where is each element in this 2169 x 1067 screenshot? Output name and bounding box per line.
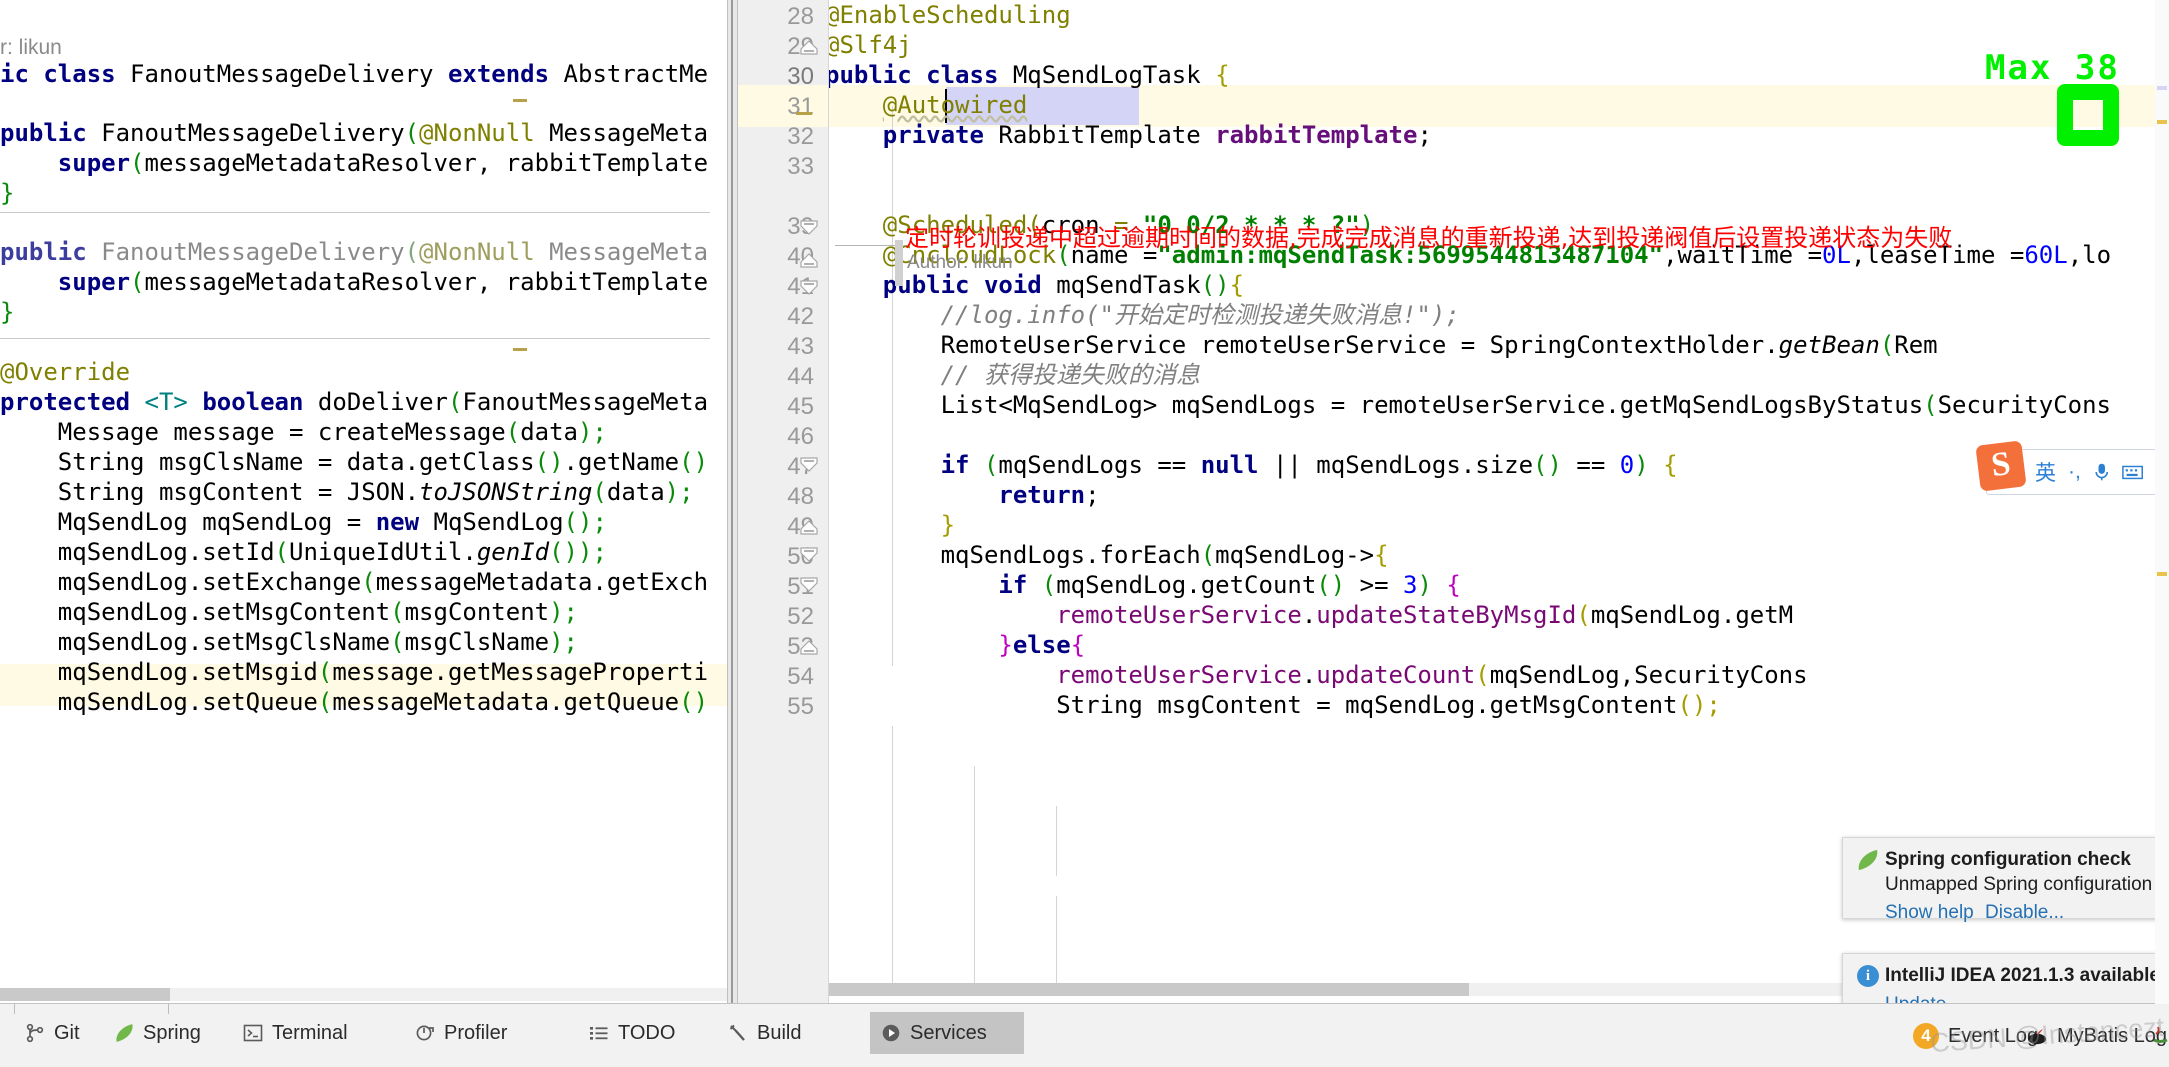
indent-guide <box>892 726 893 996</box>
mybatis-icon <box>2028 1029 2046 1045</box>
doc-comment-text: 定时轮训投递中超过逾期时间的数据,完成完成消息的重新投递,达到投递阀值后设置投递… <box>905 224 1953 252</box>
mic-icon[interactable] <box>2093 461 2110 483</box>
tool-window-label: TODO <box>618 1021 676 1044</box>
code-line-55: String msgContent = mqSendLog.getMsgCont… <box>1056 691 1721 719</box>
profiler-icon <box>416 1025 434 1041</box>
tool-window-label: Services <box>910 1021 987 1044</box>
fold-expand-icon[interactable] <box>798 455 820 477</box>
disable-link[interactable]: Disable... <box>1985 902 2064 924</box>
indent-guide <box>974 766 975 996</box>
code-line-45: List<MqSendLog> mqSendLogs = remoteUserS… <box>940 391 2111 419</box>
left-fold-dash-icon[interactable] <box>513 348 527 351</box>
show-help-link[interactable]: Show help <box>1885 902 1974 924</box>
fold-dash-icon[interactable] <box>796 112 812 115</box>
tool-window-build[interactable]: Build <box>717 1012 812 1054</box>
indent-guide <box>1056 806 1057 876</box>
branch-icon <box>26 1023 44 1043</box>
left-code-line: mqSendLog.setQueue(messageMetadata.getQu… <box>57 688 709 716</box>
recorder-max-text: Max 38 <box>1985 48 2120 88</box>
tool-window-profiler[interactable]: Profiler <box>404 1012 518 1054</box>
indent-guide <box>1056 896 1057 996</box>
notification-body: Unmapped Spring configuration files fo <box>1885 874 2169 895</box>
notification-spring-config-check[interactable]: Spring configuration check Unmapped Spri… <box>1842 837 2169 923</box>
right-hscrollbar-thumb[interactable] <box>829 983 1469 996</box>
tool-window-services[interactable]: Services <box>870 1012 1024 1054</box>
keyboard-icon[interactable] <box>2122 463 2144 481</box>
java-icon[interactable] <box>2148 1022 2169 1048</box>
ime-punctuation-toggle[interactable]: ·, <box>2068 460 2081 484</box>
notification-title: IntelliJ IDEA 2021.1.3 available <box>1885 965 2160 986</box>
tool-window-git[interactable]: Git <box>14 1012 91 1054</box>
fold-expand-icon[interactable] <box>798 218 820 240</box>
doc-fold-bar <box>895 240 903 286</box>
play-circle-icon <box>882 1024 900 1042</box>
info-icon: i <box>1857 965 1879 987</box>
stripe-mark[interactable] <box>2157 120 2167 124</box>
stripe-mark[interactable] <box>2157 86 2167 90</box>
line-number: 55 <box>787 693 814 720</box>
tool-window-label: Build <box>757 1021 802 1044</box>
error-stripe-gutter[interactable] <box>2155 0 2169 1004</box>
left-code-line: super(messageMetadataResolver, rabbitTem… <box>57 149 709 177</box>
fold-collapse-icon[interactable] <box>798 35 820 57</box>
bottom-tool-window-bar[interactable]: Git Spring Terminal Profiler TODO Build … <box>0 1003 2169 1067</box>
sogou-logo-icon[interactable]: S <box>1975 440 2027 492</box>
doc-comment-author: Author: likun <box>907 252 1013 273</box>
spring-leaf-icon <box>1855 849 1881 871</box>
fold-collapse-icon[interactable] <box>798 515 820 537</box>
gutter-current-line-highlight <box>738 85 828 127</box>
event-log-label: Event Log <box>1948 1024 2039 1047</box>
fold-expand-icon[interactable] <box>798 278 820 300</box>
collapsed-doc-comment[interactable]: 定时轮训投递中超过逾期时间的数据,完成完成消息的重新投递,达到投递阀值后设置投递… <box>835 224 1975 286</box>
recorder-overlay: Max 38 <box>1985 48 2120 146</box>
todo-list-icon <box>590 1027 608 1040</box>
left-fold-divider <box>0 338 710 339</box>
tool-window-label: Terminal <box>272 1021 348 1044</box>
notification-title: Spring configuration check <box>1885 849 2131 870</box>
tool-window-label: Git <box>54 1021 80 1044</box>
left-hscrollbar-track[interactable] <box>0 988 727 1001</box>
tool-window-label: Spring <box>143 1021 201 1044</box>
tool-window-spring[interactable]: Spring <box>104 1012 212 1054</box>
tool-window-label: Profiler <box>444 1021 508 1044</box>
fold-collapse-icon[interactable] <box>798 635 820 657</box>
doc-fold-rule <box>835 245 897 246</box>
event-log-badge: 4 <box>1913 1023 1939 1049</box>
left-code-line: ic class FanoutMessageDelivery extends A… <box>0 60 709 88</box>
fold-expand-icon[interactable] <box>798 575 820 597</box>
status-event-log[interactable]: 4 Event Log <box>1913 1020 2038 1052</box>
recorder-value-digit <box>2057 84 2119 146</box>
stripe-mark[interactable] <box>2157 572 2167 576</box>
left-fold-dash-icon[interactable] <box>513 99 527 102</box>
tool-window-todo[interactable]: TODO <box>578 1012 686 1054</box>
editor-splitter-grip[interactable] <box>731 0 733 1004</box>
code-line-32: private RabbitTemplate rabbitTemplate; <box>882 121 1432 149</box>
left-code-line: } <box>0 179 15 207</box>
hammer-icon <box>729 1024 745 1041</box>
fold-expand-icon[interactable] <box>798 545 820 567</box>
left-hscrollbar-thumb[interactable] <box>0 988 170 1001</box>
line-number: 33 <box>787 153 814 180</box>
fold-collapse-icon[interactable] <box>798 248 820 270</box>
spring-leaf-icon <box>113 1024 136 1042</box>
left-code-line: super(messageMetadataResolver, rabbitTem… <box>57 268 709 296</box>
status-mybatis-log[interactable]: MyBatis Log <box>2026 1020 2167 1052</box>
tool-window-terminal[interactable]: Terminal <box>232 1012 359 1054</box>
left-code-line: } <box>0 298 15 326</box>
ime-language-toggle[interactable]: 英 <box>2035 457 2056 487</box>
left-fold-divider <box>0 212 710 213</box>
terminal-icon <box>243 1024 263 1042</box>
right-editor-gutter[interactable]: 28 29 30 31 32 33 39 40 41 42 43 44 45 4… <box>738 0 828 1004</box>
left-editor-pane[interactable]: r: likun ic class FanoutMessageDelivery … <box>0 0 727 1004</box>
